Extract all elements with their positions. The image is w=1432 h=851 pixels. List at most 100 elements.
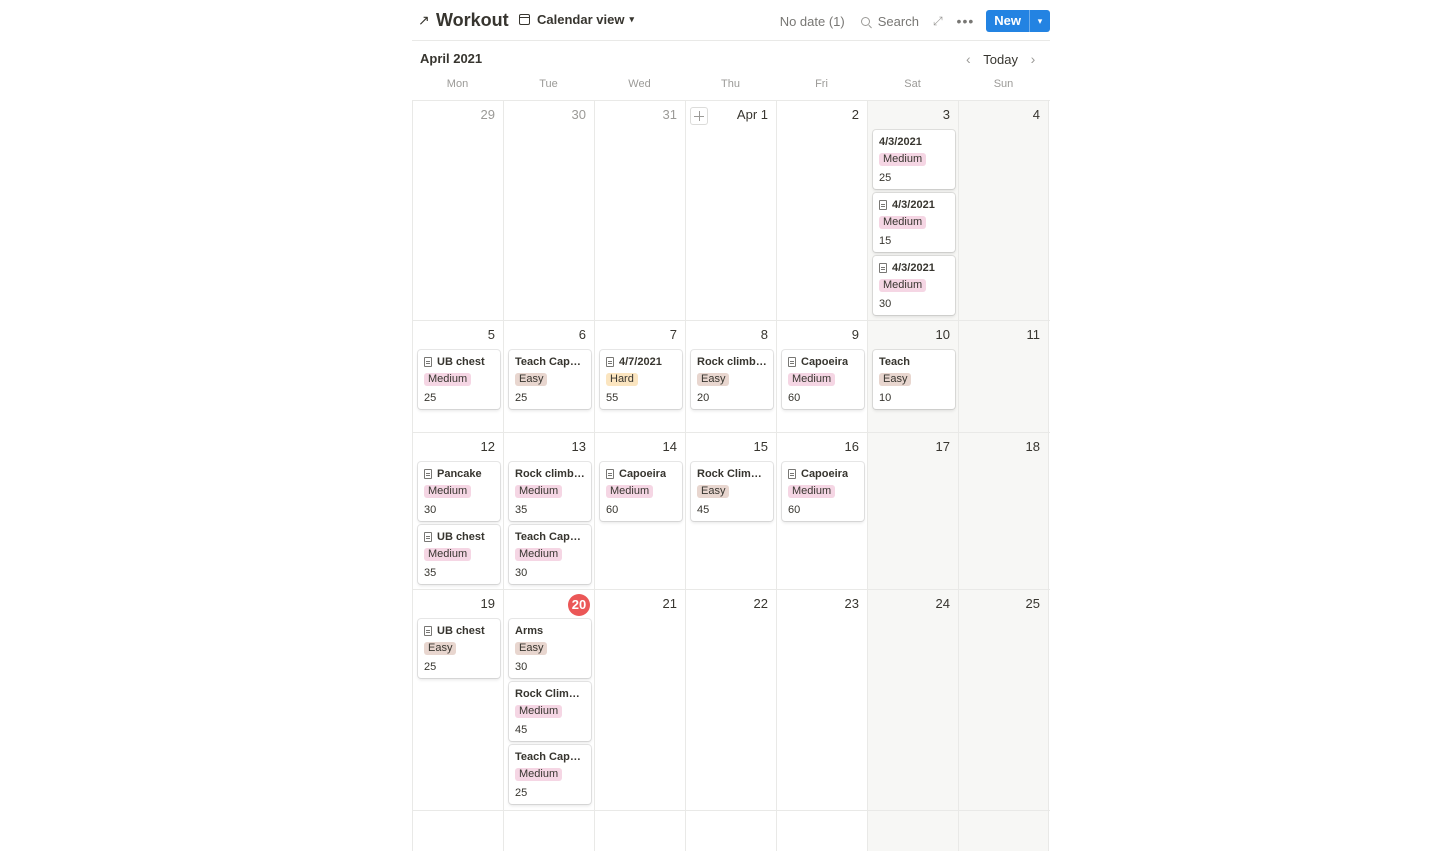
difficulty-tag: Medium <box>879 279 927 292</box>
calendar-day-cell[interactable]: 25 <box>958 590 1049 810</box>
open-full-page-icon[interactable]: ⤢ <box>933 14 943 29</box>
calendar-day-cell[interactable]: 9 Capoeira Medium 60 <box>776 321 867 432</box>
chevron-down-icon: ▾ <box>629 14 634 24</box>
calendar-day-cell[interactable]: 15 Rock Climbing Easy 45 <box>685 433 776 589</box>
weekday-label: Mon <box>446 78 469 90</box>
calendar-day-cell[interactable]: 21 <box>594 590 685 810</box>
calendar-day-cell[interactable]: 19 UB chest Easy 25 <box>412 590 503 810</box>
calendar-day-cell[interactable] <box>867 811 958 851</box>
calendar-day-cell[interactable]: 13 Rock climbing Medium 35 Teach Capoeira Med… <box>503 433 594 589</box>
calendar-day-cell[interactable]: 8 Rock climbing Easy 20 <box>685 321 776 432</box>
more-options-icon[interactable]: ••• <box>957 14 975 28</box>
event-card-title-row: Rock Climbing <box>515 687 585 701</box>
search-label: Search <box>877 13 919 29</box>
event-title: Teach Capoeira <box>515 751 585 763</box>
calendar-day-cell[interactable]: 24 <box>867 590 958 810</box>
event-card[interactable]: Teach Capoeira Medium 25 <box>509 745 591 804</box>
event-card-title-row: Rock climbing <box>515 467 585 481</box>
calendar-day-cell[interactable]: 17 <box>867 433 958 589</box>
event-card-title-row: Teach Capoeira <box>515 355 585 369</box>
calendar-day-cell[interactable]: 14 Capoeira Medium 60 <box>594 433 685 589</box>
event-card[interactable]: Capoeira Medium 60 <box>600 462 682 521</box>
day-number: 30 <box>571 107 586 122</box>
calendar-day-cell[interactable]: 3 4/3/2021 Medium 25 4/3/2021 Medium 15 4/3/202… <box>867 101 958 320</box>
today-button[interactable]: Today <box>983 52 1018 67</box>
day-number: 3 <box>942 107 950 122</box>
page-icon <box>424 469 432 479</box>
calendar-day-cell[interactable]: 7 4/7/2021 Hard 55 <box>594 321 685 432</box>
database-title[interactable]: Workout <box>436 10 509 31</box>
event-card-title-row: Pancake <box>424 467 494 481</box>
calendar-day-cell[interactable]: 4 <box>958 101 1049 320</box>
event-card-list: Capoeira Medium 60 <box>782 462 864 525</box>
calendar-day-cell[interactable]: 30 <box>503 101 594 320</box>
calendar-day-cell[interactable] <box>594 811 685 851</box>
duration-value: 45 <box>515 724 528 736</box>
event-card-list: Capoeira Medium 60 <box>782 350 864 413</box>
search-button[interactable]: Search <box>860 13 919 29</box>
calendar-day-cell[interactable]: 23 <box>776 590 867 810</box>
calendar-day-cell[interactable] <box>685 811 776 851</box>
event-card[interactable]: Rock climbing Medium 35 <box>509 462 591 521</box>
event-card[interactable]: UB chest Medium 25 <box>418 350 500 409</box>
calendar-day-cell[interactable] <box>958 811 1049 851</box>
event-card[interactable]: Teach Capoeira Easy 25 <box>509 350 591 409</box>
difficulty-tag: Medium <box>606 485 654 498</box>
calendar-day-cell[interactable]: 5 UB chest Medium 25 <box>412 321 503 432</box>
event-card[interactable]: UB chest Easy 25 <box>418 619 500 678</box>
event-card[interactable]: Arms Easy 30 <box>509 619 591 678</box>
event-card[interactable]: Capoeira Medium 60 <box>782 462 864 521</box>
event-card[interactable]: Rock Climbing Easy 45 <box>691 462 773 521</box>
linked-database-arrow-icon: ↗ <box>418 12 430 28</box>
calendar-day-cell[interactable]: 12 Pancake Medium 30 UB chest Medium 35 <box>412 433 503 589</box>
page-icon <box>879 263 887 273</box>
event-title: Teach <box>879 356 910 368</box>
calendar-day-cell[interactable]: 10 Teach Easy 10 <box>867 321 958 432</box>
next-month-icon[interactable]: › <box>1024 51 1042 67</box>
calendar-day-cell[interactable] <box>503 811 594 851</box>
calendar-day-cell[interactable]: 31 <box>594 101 685 320</box>
event-card-list: UB chest Easy 25 <box>418 619 500 682</box>
add-event-plus-icon[interactable] <box>690 107 708 125</box>
calendar-day-cell[interactable]: Apr 1 <box>685 101 776 320</box>
event-title: Rock climbing <box>697 356 767 368</box>
calendar-day-cell[interactable] <box>776 811 867 851</box>
event-card[interactable]: UB chest Medium 35 <box>418 525 500 584</box>
difficulty-tag: Easy <box>424 642 457 655</box>
calendar-day-cell[interactable]: 16 Capoeira Medium 60 <box>776 433 867 589</box>
calendar-day-cell[interactable]: 29 <box>412 101 503 320</box>
event-card[interactable]: 4/3/2021 Medium 30 <box>873 256 955 315</box>
database-title-group[interactable]: ↗ Workout <box>418 10 509 31</box>
event-card[interactable]: 4/7/2021 Hard 55 <box>600 350 682 409</box>
event-card-list: Teach Capoeira Easy 25 <box>509 350 591 413</box>
event-card[interactable]: 4/3/2021 Medium 25 <box>873 130 955 189</box>
new-dropdown-chevron-icon[interactable]: ▾ <box>1029 10 1050 32</box>
event-card[interactable]: Capoeira Medium 60 <box>782 350 864 409</box>
event-card[interactable]: Pancake Medium 30 <box>418 462 500 521</box>
event-title: Rock Climbing <box>697 468 767 480</box>
difficulty-tag: Easy <box>697 485 730 498</box>
search-icon <box>860 16 870 26</box>
calendar-day-cell[interactable]: 22 <box>685 590 776 810</box>
view-selector[interactable]: Calendar view ▾ <box>519 12 634 27</box>
calendar-day-cell[interactable]: 2 <box>776 101 867 320</box>
duration-value: 60 <box>788 392 801 404</box>
calendar-day-cell[interactable]: 20 Arms Easy 30 Rock Climbing Medium 45 Teach C… <box>503 590 594 810</box>
calendar-day-cell[interactable]: 11 <box>958 321 1049 432</box>
difficulty-tag: Medium <box>515 548 563 561</box>
database-toolbar: ↗ Workout Calendar view ▾ No date (1) Se… <box>412 0 1050 41</box>
event-card[interactable]: Teach Easy 10 <box>873 350 955 409</box>
difficulty-tag: Easy <box>879 373 912 386</box>
event-card[interactable]: Rock climbing Easy 20 <box>691 350 773 409</box>
event-card[interactable]: Rock Climbing Medium 45 <box>509 682 591 741</box>
previous-month-icon[interactable]: ‹ <box>959 51 977 67</box>
calendar-day-cell[interactable]: 18 <box>958 433 1049 589</box>
event-card[interactable]: 4/3/2021 Medium 15 <box>873 193 955 252</box>
new-button[interactable]: New <box>986 10 1029 32</box>
no-date-button[interactable]: No date (1) <box>780 14 845 29</box>
calendar-day-cell[interactable] <box>412 811 503 851</box>
event-card[interactable]: Teach Capoeira Medium 30 <box>509 525 591 584</box>
event-card-title-row: 4/3/2021 <box>879 261 949 275</box>
event-title: Rock climbing <box>515 468 585 480</box>
calendar-day-cell[interactable]: 6 Teach Capoeira Easy 25 <box>503 321 594 432</box>
